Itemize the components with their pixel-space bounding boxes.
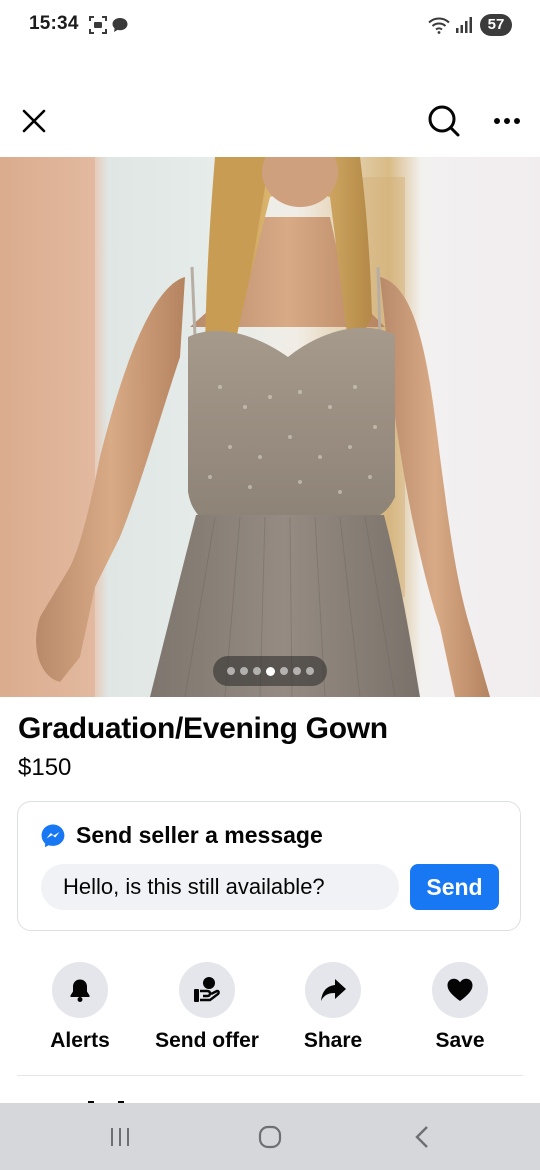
carousel-dot-active[interactable] [265, 666, 275, 676]
gown-photo-illustration [0, 157, 540, 697]
status-time: 15:34 [29, 13, 79, 34]
back-button[interactable] [382, 1113, 462, 1160]
heart-icon [447, 978, 473, 1001]
status-system-icons: 57 [428, 13, 512, 37]
carousel-dot[interactable] [239, 667, 248, 675]
share-label: Share [303, 1029, 363, 1052]
carousel-dot[interactable] [252, 667, 261, 675]
chat-icon [112, 18, 128, 32]
share-button[interactable]: Share [268, 962, 398, 1053]
alerts-button[interactable]: Alerts [15, 962, 145, 1053]
system-navigation-bar [0, 1103, 540, 1170]
battery-icon: 57 [480, 14, 512, 36]
send-button[interactable]: Send [410, 864, 499, 910]
close-button[interactable] [8, 90, 60, 152]
carousel-dot[interactable] [279, 667, 288, 675]
carousel-dot[interactable] [305, 667, 314, 675]
search-icon [428, 105, 460, 137]
close-icon [22, 109, 46, 133]
recent-apps-button[interactable] [80, 1113, 160, 1160]
alerts-circle [52, 962, 108, 1018]
share-circle [305, 962, 361, 1018]
recent-apps-icon [111, 1127, 129, 1146]
carousel-dot[interactable] [292, 667, 301, 675]
save-circle [432, 962, 488, 1018]
messenger-icon [41, 824, 65, 847]
home-button[interactable] [230, 1113, 310, 1160]
carousel-indicator[interactable] [213, 656, 327, 686]
status-notification-icons [88, 15, 132, 35]
back-icon [415, 1125, 428, 1148]
status-bar: 15:34 57 [0, 0, 540, 50]
home-icon [258, 1125, 282, 1148]
listing-photo[interactable] [0, 157, 540, 697]
top-app-bar [0, 90, 540, 152]
offer-icon [194, 977, 220, 1002]
listing-price: $150 [18, 754, 72, 781]
listing-title: Graduation/Evening Gown [18, 712, 388, 745]
more-options-icon [494, 118, 520, 124]
carousel-dot[interactable] [226, 667, 235, 675]
bell-icon [70, 979, 90, 1002]
save-label: Save [435, 1029, 485, 1052]
signal-icon [456, 17, 472, 33]
action-row: Alerts Send offer Share Save [0, 962, 540, 1062]
more-options-button[interactable] [481, 90, 533, 152]
message-seller-card: Send seller a message Hello, is this sti… [17, 801, 521, 931]
save-button[interactable]: Save [395, 962, 525, 1053]
screenshot-icon [89, 16, 107, 34]
share-arrow-icon [321, 979, 346, 1001]
message-input[interactable]: Hello, is this still available? [41, 864, 399, 910]
wifi-icon [428, 17, 450, 34]
send-offer-circle [179, 962, 235, 1018]
divider [17, 1075, 523, 1076]
send-offer-button[interactable]: Send offer [142, 962, 272, 1053]
alerts-label: Alerts [50, 1029, 110, 1052]
send-offer-label: Send offer [155, 1029, 259, 1052]
message-heading: Send seller a message [76, 822, 323, 848]
message-header: Send seller a message [40, 822, 323, 849]
search-button[interactable] [418, 90, 470, 152]
